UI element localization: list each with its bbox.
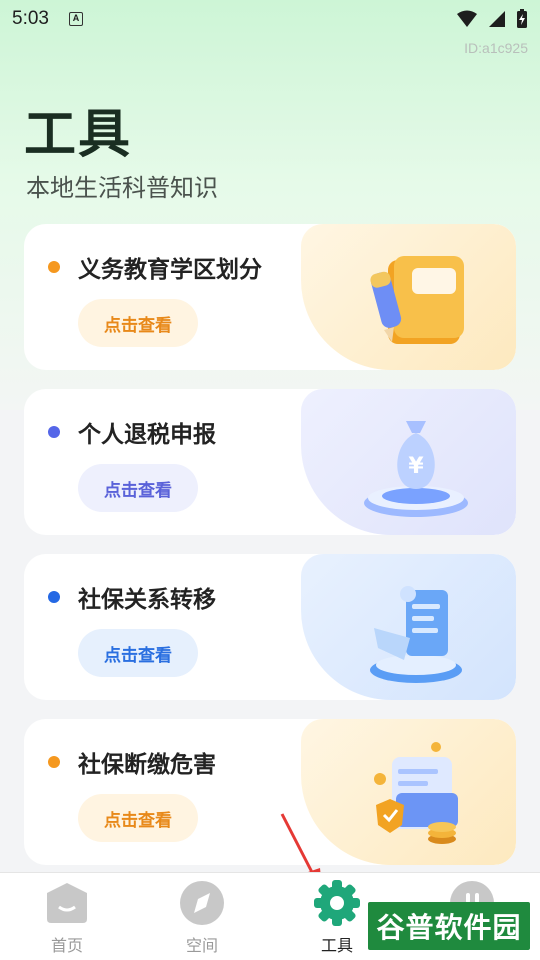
card-title: 义务教育学区划分: [78, 257, 262, 283]
card-school-district[interactable]: 义务教育学区划分 点击查看: [24, 224, 516, 370]
wifi-icon: [457, 10, 477, 27]
tab-space[interactable]: 空间: [157, 879, 247, 956]
card-social-security-transfer[interactable]: 社保关系转移 点击查看: [24, 554, 516, 700]
view-button[interactable]: 点击查看: [78, 794, 198, 842]
status-bar: 5:03 A: [0, 0, 540, 38]
compass-icon: [180, 881, 224, 925]
card-dot: [48, 261, 60, 273]
battery-charging-icon: [517, 9, 527, 28]
card-title: 个人退税申报: [78, 422, 216, 448]
tab-label: 首页: [50, 936, 83, 955]
transfer-document-icon: [370, 586, 462, 683]
status-icons: [456, 9, 528, 29]
tab-home[interactable]: 首页: [22, 879, 112, 956]
card-dot: [48, 426, 60, 438]
coins-card-shield-icon: [374, 742, 458, 844]
status-time: 5:03: [12, 8, 49, 29]
card-dot: [48, 756, 60, 768]
card-dot: [48, 591, 60, 603]
card-title: 社保关系转移: [78, 587, 216, 613]
watermark-logo: 谷普软件园: [368, 902, 530, 950]
money-bag-icon: ¥: [364, 421, 468, 517]
page-title: 工具: [24, 105, 133, 165]
card-social-security-lapse[interactable]: 社保断缴危害 点击查看: [24, 719, 516, 865]
book-pencil-icon: [370, 256, 464, 344]
gear-icon: [314, 880, 360, 926]
home-icon: [47, 883, 87, 923]
signal-icon: [489, 11, 505, 27]
tab-label: 空间: [185, 936, 218, 955]
id-label: ID:a1c925: [464, 40, 528, 56]
a-icon: A: [68, 12, 83, 26]
card-tax-refund[interactable]: 个人退税申报 点击查看 ¥: [24, 389, 516, 535]
page-subtitle: 本地生活科普知识: [26, 174, 218, 202]
view-button[interactable]: 点击查看: [78, 629, 198, 677]
view-button[interactable]: 点击查看: [78, 464, 198, 512]
svg-text:¥: ¥: [408, 454, 424, 479]
view-button[interactable]: 点击查看: [78, 299, 198, 347]
card-title: 社保断缴危害: [78, 752, 216, 778]
